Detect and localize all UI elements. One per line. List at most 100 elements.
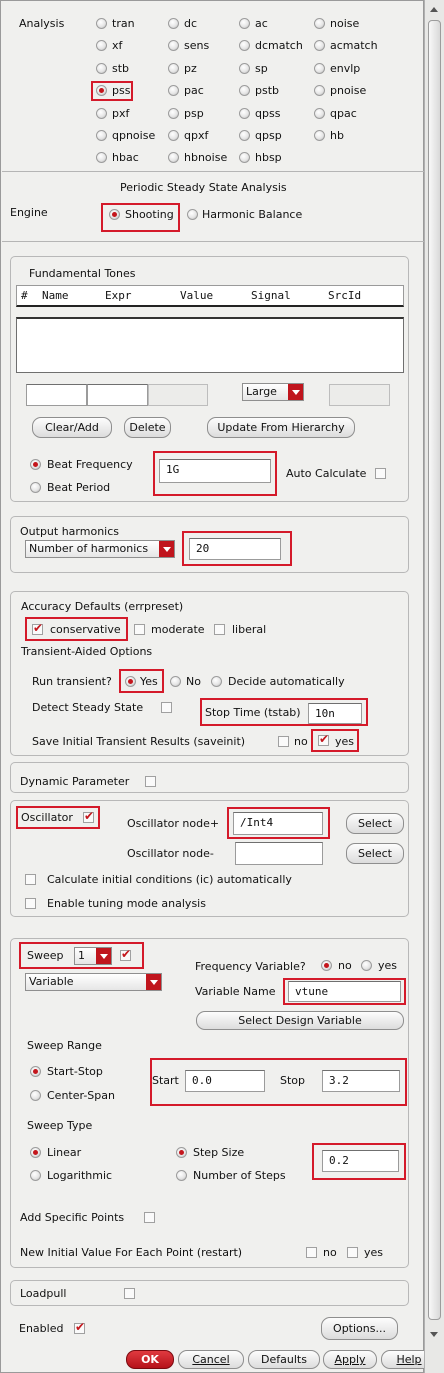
auto-calculate-checkbox[interactable] xyxy=(375,468,386,479)
select-node-minus-button[interactable]: Select xyxy=(346,843,404,864)
defaults-button[interactable]: Defaults xyxy=(248,1350,320,1369)
start-stop-label: Start-Stop xyxy=(47,1065,103,1078)
var-name-input[interactable]: vtune xyxy=(288,981,401,1002)
analysis-hbac-radio[interactable] xyxy=(96,152,107,163)
analysis-qpss-label: qpss xyxy=(255,107,281,120)
scroll-thumb[interactable] xyxy=(428,20,441,1320)
cancel-button[interactable]: Cancel xyxy=(178,1350,244,1369)
save-no-checkbox[interactable] xyxy=(278,736,289,747)
analysis-dc-radio[interactable] xyxy=(168,18,179,29)
analysis-stb-radio[interactable] xyxy=(96,63,107,74)
num-steps-label: Number of Steps xyxy=(193,1169,286,1182)
analysis-hb-radio[interactable] xyxy=(314,130,325,141)
moderate-checkbox[interactable] xyxy=(134,624,145,635)
select-node-plus-button[interactable]: Select xyxy=(346,813,404,834)
analysis-qpac-radio[interactable] xyxy=(314,108,325,119)
oscillator-checkbox[interactable] xyxy=(83,809,94,823)
analysis-qpss-radio[interactable] xyxy=(239,108,250,119)
detect-steady-checkbox[interactable] xyxy=(161,702,172,713)
clear-add-button[interactable]: Clear/Add xyxy=(32,417,112,438)
analysis-hbsp-label: hbsp xyxy=(255,151,282,164)
beat-value-input[interactable]: 1G xyxy=(159,459,271,483)
analysis-psp-radio[interactable] xyxy=(168,108,179,119)
analysis-pz-radio[interactable] xyxy=(168,63,179,74)
run-transient-yes-radio[interactable] xyxy=(125,676,136,687)
calc-ic-checkbox[interactable] xyxy=(25,874,36,885)
sweep-count-select[interactable]: 1 xyxy=(74,947,112,965)
engine-shooting-radio[interactable] xyxy=(109,209,120,220)
beat-frequency-radio[interactable] xyxy=(30,459,41,470)
analysis-qpnoise-radio[interactable] xyxy=(96,130,107,141)
sweep-variable-select[interactable]: Variable xyxy=(25,973,162,991)
select-design-variable-button[interactable]: Select Design Variable xyxy=(196,1011,404,1030)
run-transient-auto-radio[interactable] xyxy=(211,676,222,687)
run-transient-no-radio[interactable] xyxy=(170,676,181,687)
analysis-noise-radio[interactable] xyxy=(314,18,325,29)
tones-table-body[interactable] xyxy=(16,317,404,373)
save-yes-checkbox[interactable] xyxy=(318,732,329,746)
restart-yes-checkbox[interactable] xyxy=(347,1247,358,1258)
enabled-checkbox[interactable] xyxy=(74,1320,85,1334)
logarithmic-radio[interactable] xyxy=(30,1170,41,1181)
analysis-sens-radio[interactable] xyxy=(168,40,179,51)
step-value-input[interactable]: 0.2 xyxy=(322,1150,399,1172)
scroll-down-icon[interactable] xyxy=(428,1328,441,1342)
start-stop-radio[interactable] xyxy=(30,1066,41,1077)
analysis-xf-radio[interactable] xyxy=(96,40,107,51)
freq-var-no-radio[interactable] xyxy=(321,960,332,971)
harmonics-value-input[interactable]: 20 xyxy=(189,538,281,560)
start-label: Start xyxy=(152,1074,179,1087)
center-span-radio[interactable] xyxy=(30,1090,41,1101)
center-span-label: Center-Span xyxy=(47,1089,115,1102)
tone-expr-input[interactable] xyxy=(87,384,148,406)
sweep-enable-checkbox[interactable] xyxy=(120,947,131,961)
start-input[interactable]: 0.0 xyxy=(185,1070,265,1092)
apply-button[interactable]: Apply xyxy=(323,1350,377,1369)
analysis-hbsp-radio[interactable] xyxy=(239,152,250,163)
add-points-checkbox[interactable] xyxy=(144,1212,155,1223)
delete-button[interactable]: Delete xyxy=(124,417,171,438)
engine-hb-radio[interactable] xyxy=(187,209,198,220)
analysis-pxf-radio[interactable] xyxy=(96,108,107,119)
restart-no-checkbox[interactable] xyxy=(306,1247,317,1258)
analysis-qpxf-radio[interactable] xyxy=(168,130,179,141)
analysis-pstb-radio[interactable] xyxy=(239,85,250,96)
freq-var-yes-radio[interactable] xyxy=(361,960,372,971)
analysis-acmatch-radio[interactable] xyxy=(314,40,325,51)
linear-radio[interactable] xyxy=(30,1147,41,1158)
oscillator-node-plus-input[interactable]: /Int4 xyxy=(233,812,323,835)
tuning-mode-checkbox[interactable] xyxy=(25,898,36,909)
dynamic-parameter-checkbox[interactable] xyxy=(145,776,156,787)
analysis-stb-label: stb xyxy=(112,62,130,75)
analysis-ac-radio[interactable] xyxy=(239,18,250,29)
analysis-qpsp-radio[interactable] xyxy=(239,130,250,141)
tone-size-select[interactable]: Large xyxy=(242,383,304,401)
analysis-pnoise-radio[interactable] xyxy=(314,85,325,96)
tone-name-input[interactable] xyxy=(26,384,87,406)
options-button[interactable]: Options... xyxy=(321,1317,398,1340)
beat-period-radio[interactable] xyxy=(30,482,41,493)
analysis-envlp-radio[interactable] xyxy=(314,63,325,74)
harmonics-title: Output harmonics xyxy=(20,525,119,538)
scroll-up-icon[interactable] xyxy=(428,3,441,17)
loadpull-checkbox[interactable] xyxy=(124,1288,135,1299)
liberal-checkbox[interactable] xyxy=(214,624,225,635)
oscillator-node-minus-input[interactable] xyxy=(235,842,323,865)
tones-title: Fundamental Tones xyxy=(29,267,136,280)
sweep-variable-value: Variable xyxy=(29,975,74,988)
stop-input[interactable]: 3.2 xyxy=(322,1070,400,1092)
conservative-checkbox[interactable] xyxy=(32,621,43,635)
analysis-qpac-label: qpac xyxy=(330,107,357,120)
analysis-sp-radio[interactable] xyxy=(239,63,250,74)
analysis-hbnoise-radio[interactable] xyxy=(168,152,179,163)
vertical-scrollbar[interactable] xyxy=(424,0,444,1373)
step-size-radio[interactable] xyxy=(176,1147,187,1158)
stop-time-input[interactable]: 10n xyxy=(308,703,362,724)
ok-button[interactable]: OK xyxy=(126,1350,174,1369)
num-steps-radio[interactable] xyxy=(176,1170,187,1181)
analysis-dcmatch-radio[interactable] xyxy=(239,40,250,51)
analysis-pac-radio[interactable] xyxy=(168,85,179,96)
analysis-tran-radio[interactable] xyxy=(96,18,107,29)
harmonics-mode-select[interactable]: Number of harmonics xyxy=(25,540,175,558)
update-from-hierarchy-button[interactable]: Update From Hierarchy xyxy=(207,417,355,438)
